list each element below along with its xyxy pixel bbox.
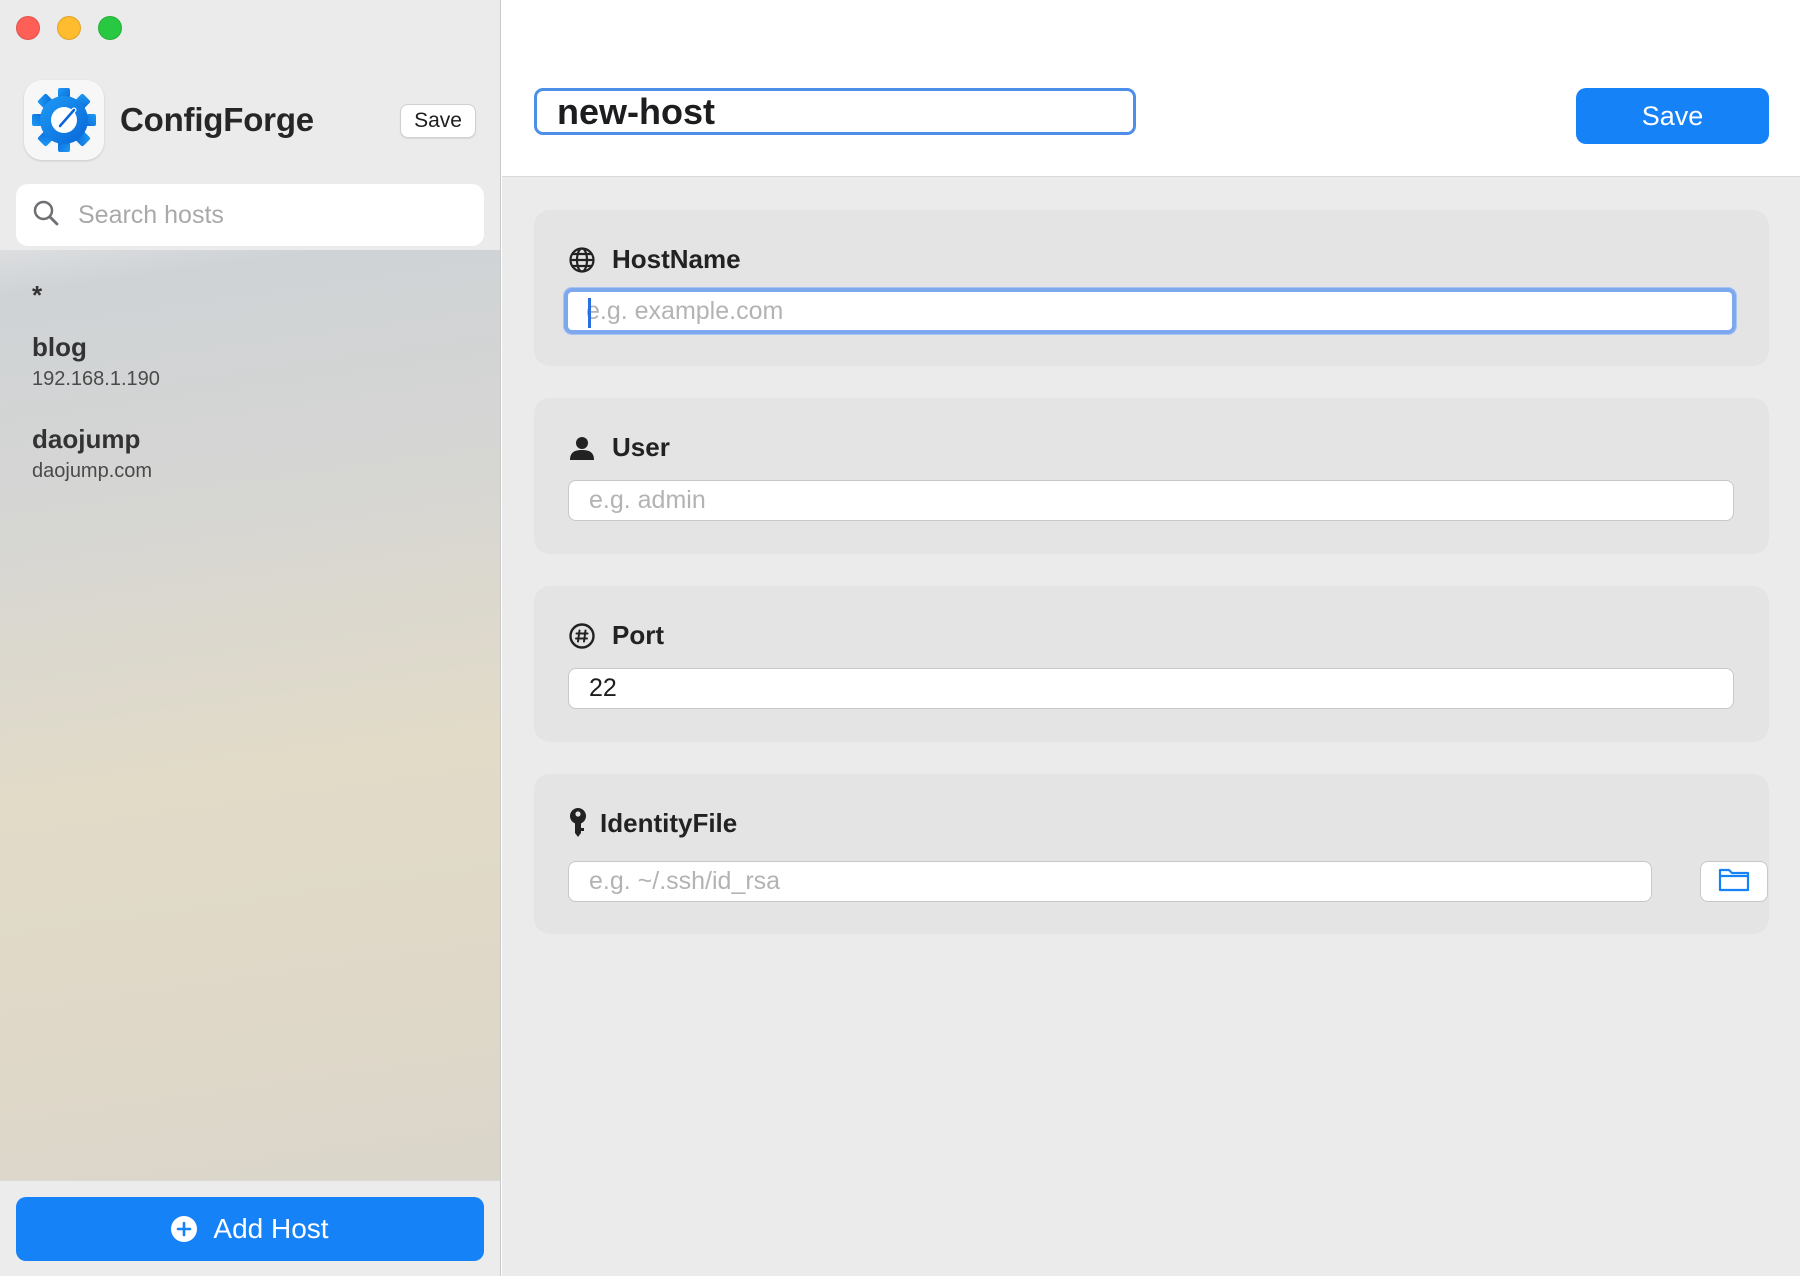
plus-circle-icon	[171, 1216, 198, 1242]
sidebar: ConfigForge Save * blog 192.168.1.190 da…	[0, 0, 501, 1276]
maximize-window-button[interactable]	[98, 16, 122, 40]
port-card: Port	[534, 586, 1769, 742]
host-name: *	[32, 280, 43, 310]
sidebar-save-button[interactable]: Save	[400, 104, 476, 138]
identity-file-card: IdentityFile	[534, 774, 1769, 934]
person-icon	[568, 434, 596, 462]
host-address: 192.168.1.190	[32, 368, 160, 390]
hostname-label-row: HostName	[568, 244, 741, 275]
hostname-field[interactable]	[564, 288, 1736, 334]
gear-icon	[24, 80, 104, 160]
minimize-window-button[interactable]	[57, 16, 81, 40]
save-button[interactable]: Save	[1576, 88, 1769, 144]
hostname-card: HostName	[534, 210, 1769, 366]
globe-icon	[568, 246, 596, 274]
identity-file-field[interactable]	[568, 861, 1652, 902]
close-window-button[interactable]	[16, 16, 40, 40]
folder-icon	[1718, 866, 1750, 897]
port-field[interactable]	[568, 668, 1734, 709]
user-card: User	[534, 398, 1769, 554]
host-alias-field[interactable]	[534, 88, 1136, 135]
host-item-daojump[interactable]: daojump daojump.com	[32, 424, 472, 482]
add-host-label: Add Host	[213, 1213, 329, 1244]
host-address: daojump.com	[32, 460, 153, 482]
window-controls	[16, 16, 122, 40]
user-field[interactable]	[568, 480, 1734, 521]
sidebar-footer: Add Host	[0, 1180, 500, 1276]
number-circle-icon	[568, 622, 596, 650]
host-name: daojump	[32, 424, 141, 454]
host-name: blog	[32, 332, 87, 362]
text-caret	[588, 298, 591, 328]
user-label: User	[612, 432, 670, 462]
search-box[interactable]	[16, 184, 484, 246]
key-icon	[568, 807, 588, 838]
editor-header: Save	[502, 0, 1800, 177]
identity-file-label-row: IdentityFile	[568, 807, 738, 839]
port-label: Port	[612, 620, 664, 650]
user-label-row: User	[568, 432, 670, 463]
search-icon	[32, 199, 60, 232]
add-host-button[interactable]: Add Host	[16, 1197, 484, 1261]
search-input[interactable]	[78, 200, 458, 230]
host-item-wildcard[interactable]: *	[32, 280, 472, 310]
app-name: ConfigForge	[120, 101, 314, 138]
port-label-row: Port	[568, 620, 664, 651]
host-item-blog[interactable]: blog 192.168.1.190	[32, 332, 472, 390]
hostname-label: HostName	[612, 244, 741, 274]
identity-file-label: IdentityFile	[600, 808, 738, 838]
host-editor: Save HostName U	[502, 0, 1800, 1276]
host-list: * blog 192.168.1.190 daojump daojump.com	[32, 280, 472, 516]
browse-file-button[interactable]	[1700, 861, 1768, 902]
app-brand: ConfigForge	[24, 80, 314, 160]
